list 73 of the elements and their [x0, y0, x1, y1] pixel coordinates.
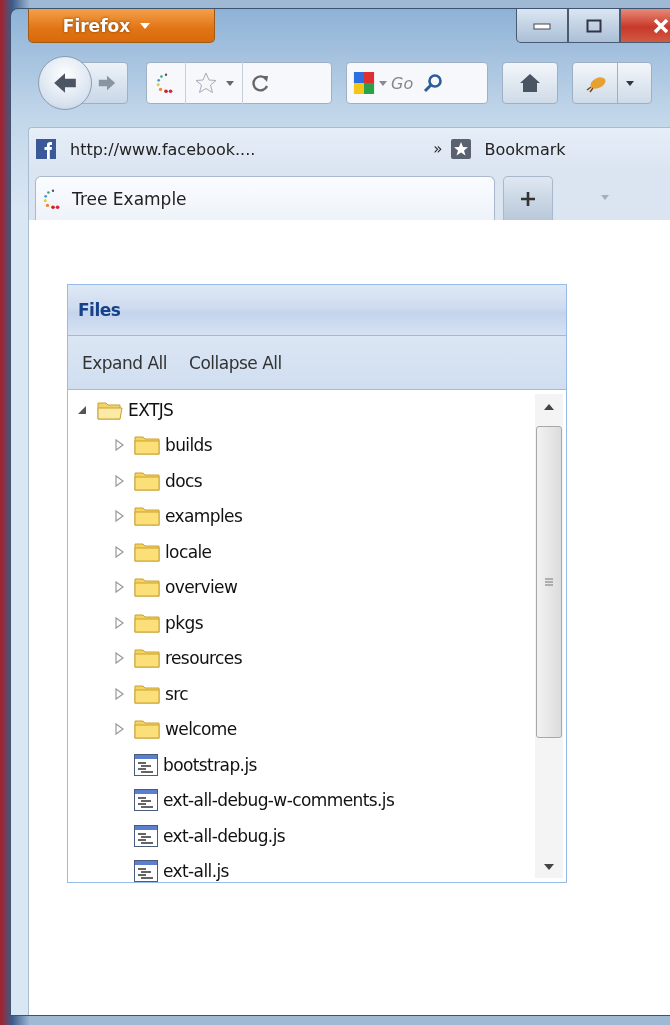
collapsed-arrow-icon[interactable] — [113, 722, 125, 737]
folder-icon — [133, 540, 161, 563]
folder-name[interactable]: pkgs — [165, 612, 203, 633]
folder-name[interactable]: locale — [165, 541, 212, 562]
back-button[interactable] — [38, 56, 92, 110]
scrollbar[interactable] — [535, 394, 563, 878]
reload-icon[interactable] — [251, 73, 271, 93]
folder-name[interactable]: EXTJS — [128, 399, 174, 420]
home-icon — [519, 73, 541, 93]
search-engine-icon[interactable] — [353, 71, 375, 95]
folder-icon — [133, 434, 161, 457]
search-icon[interactable] — [423, 73, 443, 93]
home-button[interactable] — [502, 62, 558, 104]
dropdown-caret-icon[interactable] — [226, 80, 234, 86]
grip-icon — [545, 578, 553, 586]
dropdown-caret-icon — [626, 80, 634, 86]
folder-name[interactable]: resources — [165, 648, 242, 669]
folder-name[interactable]: docs — [165, 470, 202, 491]
toolbar-button[interactable]: Collapse All — [183, 348, 288, 377]
folder-name[interactable]: welcome — [165, 719, 237, 740]
folder-name[interactable]: examples — [165, 506, 243, 527]
plus-icon — [520, 190, 536, 207]
folder-icon — [133, 505, 161, 528]
folder-icon — [133, 682, 161, 705]
folder-name[interactable]: overview — [165, 577, 238, 598]
browser-tab[interactable]: Tree Example — [35, 176, 495, 220]
bookmarks-overflow-chevron[interactable]: » — [433, 140, 443, 158]
collapsed-arrow-icon[interactable] — [113, 544, 125, 559]
file-name[interactable]: ext-all-debug-w-comments.js — [163, 790, 395, 811]
collapsed-arrow-icon[interactable] — [113, 615, 125, 630]
bookmarks-star-icon — [450, 139, 471, 159]
collapsed-arrow-icon[interactable] — [113, 438, 125, 453]
collapsed-arrow-icon[interactable] — [113, 473, 125, 488]
caret-icon — [140, 22, 151, 29]
scrollbar-thumb[interactable] — [536, 426, 562, 738]
collapsed-arrow-icon[interactable] — [113, 580, 125, 595]
new-tab-button[interactable] — [503, 176, 553, 220]
collapsed-arrow-icon[interactable] — [113, 509, 125, 524]
panel-title: Files — [78, 300, 121, 320]
back-arrow-icon — [52, 71, 78, 95]
bookmarks-menu[interactable]: Bookmark — [484, 139, 566, 159]
collapsed-arrow-icon[interactable] — [113, 651, 125, 666]
script-file-icon — [133, 752, 159, 777]
script-file-icon — [133, 788, 159, 813]
maximize-icon — [586, 18, 602, 33]
maximize-button[interactable] — [568, 9, 620, 43]
facebook-icon — [36, 139, 56, 159]
minimize-icon — [533, 21, 551, 30]
folder-icon — [133, 718, 161, 741]
collapsed-arrow-icon[interactable] — [113, 686, 125, 701]
file-name[interactable]: bootstrap.js — [163, 754, 257, 775]
tab-list-caret-icon[interactable] — [601, 195, 609, 200]
bookmark-link[interactable]: http://www.facebook.... — [70, 139, 256, 159]
scroll-down-arrow-icon[interactable] — [544, 864, 554, 870]
folder-icon — [133, 576, 161, 599]
folder-name[interactable]: builds — [165, 435, 213, 456]
star-icon[interactable] — [194, 71, 218, 95]
folder-icon — [133, 647, 161, 670]
forward-arrow-icon — [97, 74, 117, 92]
search-input[interactable]: Go — [391, 73, 419, 93]
folder-name[interactable]: src — [165, 683, 189, 704]
toolbar-button[interactable]: Expand All — [76, 348, 174, 377]
addon-button[interactable] — [572, 62, 652, 104]
folder-icon — [133, 469, 161, 492]
close-icon — [652, 17, 670, 34]
folder-icon — [133, 611, 161, 634]
dropdown-caret-icon[interactable] — [379, 80, 387, 86]
search-bar[interactable]: Go — [346, 62, 488, 104]
file-name[interactable]: ext-all.js — [163, 861, 229, 882]
scroll-up-arrow-icon[interactable] — [544, 404, 554, 410]
file-name[interactable]: ext-all-debug.js — [163, 825, 285, 846]
minimize-button[interactable] — [516, 9, 568, 43]
script-file-icon — [133, 823, 159, 848]
